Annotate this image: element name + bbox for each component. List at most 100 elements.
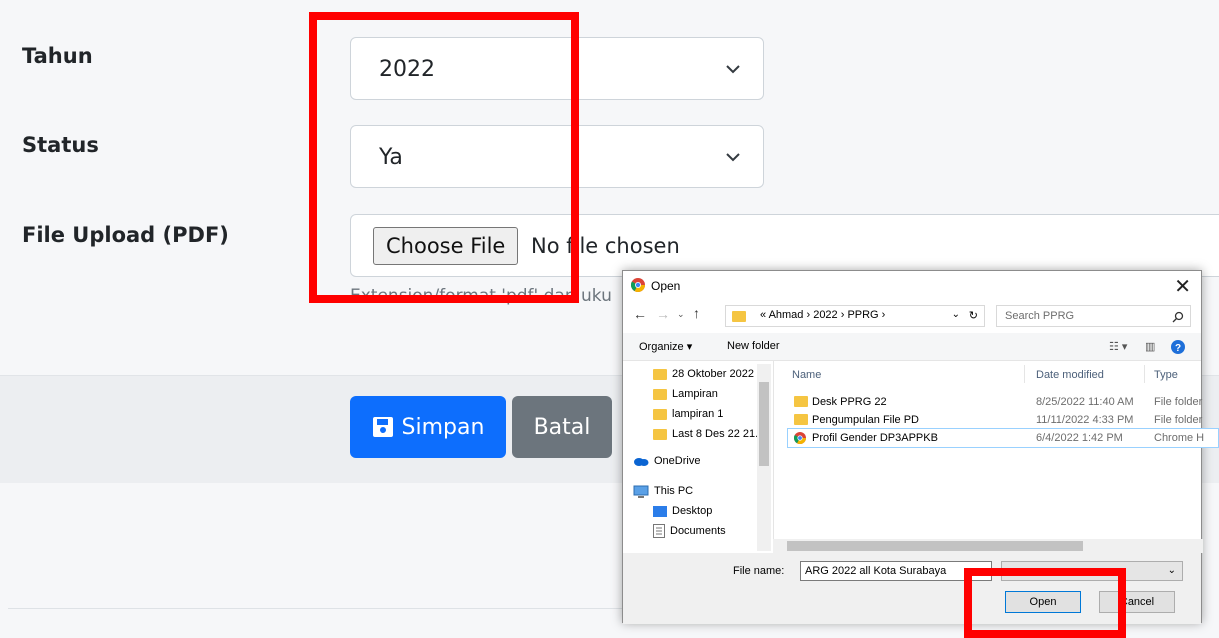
nav-item-desktop[interactable]: Desktop [653, 502, 712, 520]
column-separator [1024, 365, 1025, 383]
dialog-title: Open [651, 279, 681, 293]
divider [8, 608, 628, 609]
nav-item-label: Desktop [672, 505, 713, 517]
nav-item-folder[interactable]: lampiran 1 [653, 405, 723, 423]
file-type: Chrome H [1154, 432, 1205, 444]
column-separator [1144, 365, 1145, 383]
nav-item-this-pc[interactable]: This PC [633, 482, 693, 500]
organize-button[interactable]: Organize ▾ [639, 340, 692, 353]
refresh-icon[interactable]: ↻ [969, 309, 978, 322]
file-help-text: Extension/format 'pdf' dan uku [350, 286, 612, 306]
search-icon [1172, 311, 1184, 323]
scrollbar-thumb[interactable] [759, 382, 769, 466]
nav-item-label: OneDrive [654, 455, 701, 467]
nav-scrollbar[interactable] [757, 364, 771, 551]
chrome-icon [794, 432, 806, 444]
cloud-icon [634, 458, 649, 466]
scrollbar-thumb[interactable] [787, 541, 1083, 551]
dialog-bottom-pane: File name: ARG 2022 all Kota Surabaya ⌄ … [623, 553, 1201, 624]
file-name-label: File name: [733, 565, 785, 577]
address-bar[interactable]: « Ahmad › 2022 › PPRG › ⌄ ↻ [725, 305, 985, 327]
save-button-label: Simpan [401, 414, 485, 440]
file-type-filter[interactable]: ⌄ [1001, 561, 1183, 581]
dialog-cancel-button[interactable]: Cancel [1099, 591, 1175, 613]
file-type: File folder [1154, 396, 1203, 408]
file-upload-label: File Upload (PDF) [22, 223, 229, 247]
close-icon[interactable]: ✕ [1174, 274, 1191, 299]
file-name: Desk PPRG 22 [812, 396, 887, 408]
file-status-text: No file chosen [531, 234, 680, 258]
floppy-disk-icon [372, 417, 393, 437]
folder-icon [794, 414, 808, 425]
help-icon[interactable]: ? [1171, 340, 1185, 354]
nav-item-onedrive[interactable]: OneDrive [633, 452, 700, 470]
file-list-scrollbar[interactable] [773, 539, 1203, 553]
folder-icon [653, 428, 667, 440]
file-date: 8/25/2022 11:40 AM [1036, 396, 1134, 408]
status-select-value: Ya [379, 145, 403, 170]
column-header-type[interactable]: Type [1154, 369, 1178, 381]
dialog-navbar: ← → ⌄ ↑ « Ahmad › 2022 › PPRG › ⌄ ↻ Sear… [623, 301, 1201, 333]
chevron-down-icon: ⌄ [1167, 565, 1176, 576]
document-icon [653, 524, 665, 538]
file-date: 11/11/2022 4:33 PM [1036, 414, 1134, 426]
file-type: File folder [1154, 414, 1203, 426]
computer-icon [633, 485, 649, 498]
folder-icon [653, 368, 667, 380]
chevron-down-icon[interactable]: ⌄ [677, 309, 685, 320]
nav-item-folder[interactable]: Last 8 Des 22 21. [653, 425, 758, 443]
nav-item-label: lampiran 1 [672, 408, 724, 420]
folder-icon [794, 396, 808, 407]
nav-item-folder[interactable]: 28 Oktober 2022 [653, 365, 754, 383]
svg-text:?: ? [1175, 343, 1181, 354]
dialog-toolbar: Organize ▾ New folder ☷ ▾ ▥ ? [623, 333, 1201, 361]
status-select[interactable]: Ya [350, 125, 764, 188]
folder-icon [653, 388, 667, 400]
choose-file-button[interactable]: Choose File [373, 227, 519, 265]
nav-item-label: 28 Oktober 2022 [672, 368, 754, 380]
nav-item-folder[interactable]: Lampiran [653, 385, 718, 403]
folder-icon [653, 408, 667, 420]
forward-arrow-icon[interactable]: → [656, 306, 670, 322]
tahun-label: Tahun [22, 44, 93, 68]
file-name: Pengumpulan File PD [812, 414, 920, 426]
search-placeholder: Search PPRG [1005, 310, 1075, 322]
save-button[interactable]: Simpan [350, 396, 506, 458]
nav-item-documents[interactable]: Documents [653, 522, 726, 540]
file-row[interactable]: Pengumpulan File PD 11/11/2022 4:33 PM F… [788, 411, 1218, 429]
dialog-titlebar: Open ✕ [623, 271, 1201, 301]
desktop-icon [653, 505, 667, 517]
cancel-button-label: Batal [533, 414, 591, 440]
file-upload-input[interactable]: Choose File No file chosen [350, 214, 1219, 277]
up-arrow-icon[interactable]: ↑ [693, 305, 700, 321]
tahun-select-value: 2022 [379, 57, 435, 82]
column-header-name[interactable]: Name [792, 369, 821, 381]
file-name: Profil Gender DP3APPKB [812, 432, 938, 444]
column-header-date[interactable]: Date modified [1036, 369, 1104, 381]
preview-pane-icon[interactable]: ▥ [1145, 340, 1155, 353]
file-name-input[interactable]: ARG 2022 all Kota Surabaya [800, 561, 992, 581]
tahun-select[interactable]: 2022 [350, 37, 764, 100]
navigation-pane: 28 Oktober 2022 Lampiran lampiran 1 Last… [623, 361, 773, 553]
status-label: Status [22, 133, 99, 157]
file-date: 6/4/2022 1:42 PM [1036, 432, 1123, 444]
cancel-button[interactable]: Batal [512, 396, 612, 458]
open-button[interactable]: Open [1005, 591, 1081, 613]
nav-item-label: This PC [654, 485, 694, 497]
nav-item-label: Lampiran [672, 388, 718, 400]
folder-icon [732, 311, 746, 322]
open-file-dialog: Open ✕ ← → ⌄ ↑ « Ahmad › 2022 › PPRG › ⌄… [622, 270, 1219, 624]
search-input[interactable]: Search PPRG [996, 305, 1191, 327]
chrome-icon [631, 278, 645, 292]
new-folder-button[interactable]: New folder [727, 340, 780, 352]
file-row[interactable]: Profil Gender DP3APPKB 6/4/2022 1:42 PM … [787, 428, 1219, 448]
address-path: « Ahmad › 2022 › PPRG › [760, 309, 886, 321]
chevron-down-icon[interactable]: ⌄ [952, 309, 960, 320]
file-row[interactable]: Desk PPRG 22 8/25/2022 11:40 AM File fol… [788, 393, 1218, 411]
file-list: Name Date modified Type Desk PPRG 22 8/2… [773, 361, 1219, 553]
view-options-icon[interactable]: ☷ ▾ [1109, 340, 1127, 353]
nav-item-label: Last 8 Des 22 21. [672, 428, 759, 440]
back-arrow-icon[interactable]: ← [633, 306, 647, 322]
chevron-down-icon [726, 65, 740, 74]
chevron-down-icon [726, 153, 740, 162]
